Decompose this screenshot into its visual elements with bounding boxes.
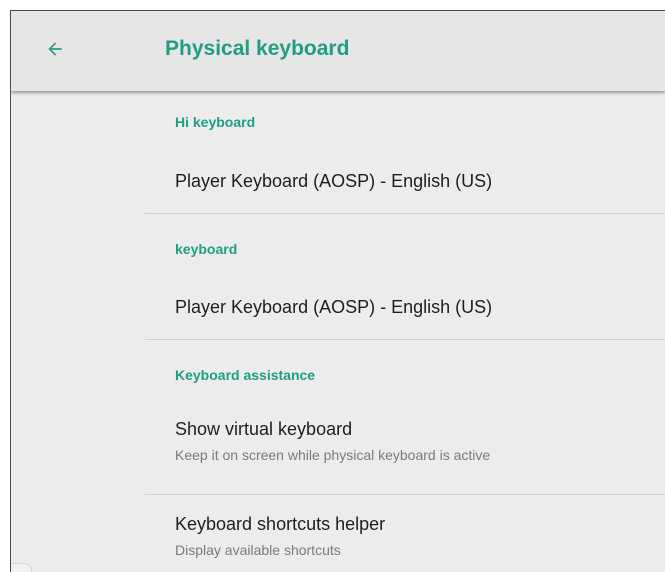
item-title: Player Keyboard (AOSP) - English (US) (175, 297, 493, 317)
item-summary: Keep it on screen while physical keyboar… (175, 447, 491, 463)
section-header-keyboard-assistance: Keyboard assistance (175, 367, 316, 383)
item-title: Show virtual keyboard (175, 419, 353, 439)
item-title: Keyboard shortcuts helper (175, 514, 386, 534)
list-item-keyboard-layout[interactable]: Player Keyboard (AOSP) - English (US) (145, 275, 665, 339)
section-header-hi-keyboard: Hi keyboard (175, 114, 256, 130)
page-title: Physical keyboard (165, 37, 350, 60)
list-item-show-virtual-keyboard[interactable]: Show virtual keyboard Keep it on screen … (145, 399, 665, 493)
corner-decoration (11, 563, 32, 572)
item-summary: Display available shortcuts (175, 542, 341, 558)
preferences-list: Hi keyboard Player Keyboard (AOSP) - Eng… (145, 93, 665, 572)
section-header-keyboard: keyboard (175, 241, 238, 257)
list-item-hi-keyboard-layout[interactable]: Player Keyboard (AOSP) - English (US) (145, 149, 665, 215)
back-button[interactable] (37, 33, 73, 69)
divider (145, 213, 665, 214)
divider (145, 339, 665, 340)
app-bar: Physical keyboard (11, 11, 665, 91)
settings-window: Physical keyboard Hi keyboard Player Key… (10, 10, 665, 572)
list-item-keyboard-shortcuts-helper[interactable]: Keyboard shortcuts helper Display availa… (145, 495, 665, 572)
arrow-back-icon (45, 39, 65, 64)
item-title: Player Keyboard (AOSP) - English (US) (175, 171, 493, 191)
